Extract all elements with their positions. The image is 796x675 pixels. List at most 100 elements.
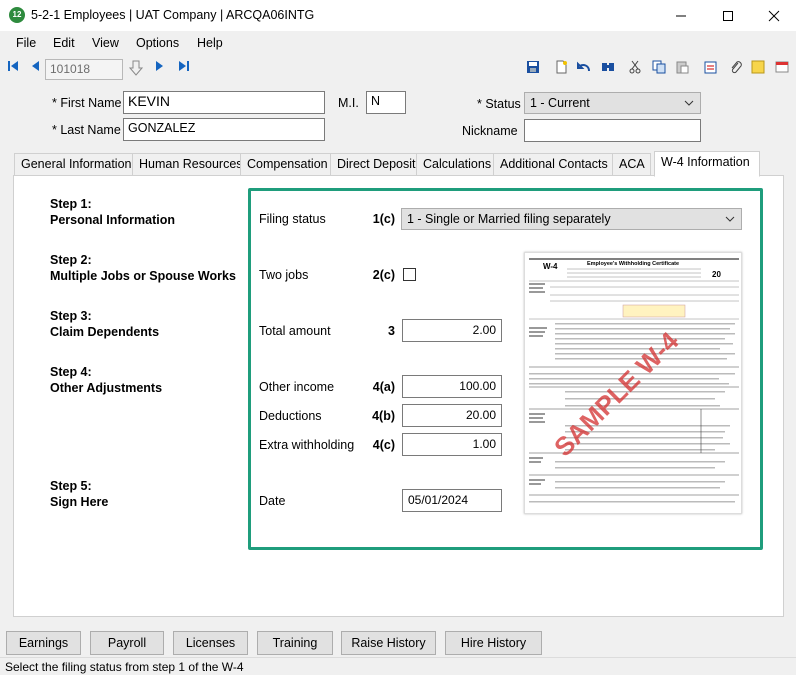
menu-view[interactable]: View bbox=[92, 36, 119, 50]
toolbar: 101018 bbox=[0, 56, 796, 82]
step3-heading: Step 3: Claim Dependents bbox=[50, 308, 159, 340]
licenses-button[interactable]: Licenses bbox=[173, 631, 248, 655]
nickname-field[interactable] bbox=[524, 119, 701, 142]
tab-calculations[interactable]: Calculations bbox=[416, 153, 494, 176]
w4-watermark: SAMPLE W-4 bbox=[548, 326, 685, 463]
last-record-icon[interactable] bbox=[176, 60, 192, 76]
previous-record-icon[interactable] bbox=[27, 60, 43, 76]
title-bar: 12 5-2-1 Employees | UAT Company | ARCQA… bbox=[0, 0, 796, 31]
minimize-button[interactable] bbox=[658, 0, 704, 31]
sticky-note-icon[interactable] bbox=[750, 60, 766, 76]
tab-human-resources[interactable]: Human Resources bbox=[132, 153, 243, 176]
copy-icon[interactable] bbox=[651, 60, 667, 76]
step2-subtitle: Multiple Jobs or Spouse Works bbox=[50, 269, 236, 283]
paste-icon[interactable] bbox=[674, 60, 690, 76]
two-jobs-checkbox[interactable] bbox=[403, 268, 416, 281]
w4-form-heading: Employee's Withholding Certificate bbox=[587, 261, 679, 267]
last-name-label: * Last Name bbox=[52, 123, 121, 137]
new-document-icon[interactable] bbox=[553, 60, 569, 76]
attachment-icon[interactable] bbox=[728, 60, 744, 76]
step3-subtitle: Claim Dependents bbox=[50, 325, 160, 339]
chevron-down-icon bbox=[725, 216, 735, 222]
date-field[interactable]: 05/01/2024 bbox=[402, 489, 502, 512]
first-name-label: * First Name bbox=[52, 96, 122, 110]
cut-icon[interactable] bbox=[627, 60, 643, 76]
earnings-button[interactable]: Earnings bbox=[6, 631, 81, 655]
step1-subtitle: Personal Information bbox=[50, 213, 176, 227]
step5-subtitle: Sign Here bbox=[50, 495, 109, 509]
export-icon[interactable] bbox=[774, 60, 790, 76]
menu-options[interactable]: Options bbox=[136, 36, 179, 50]
close-icon bbox=[768, 10, 780, 21]
mi-field[interactable]: N bbox=[366, 91, 406, 114]
maximize-button[interactable] bbox=[705, 0, 751, 31]
date-label: Date bbox=[259, 494, 286, 508]
filing-status-value: 1 - Single or Married filing separately bbox=[407, 212, 611, 226]
maximize-icon bbox=[723, 10, 733, 21]
nickname-label: Nickname bbox=[462, 124, 518, 138]
step4-title: Step 4: bbox=[50, 365, 92, 379]
training-button[interactable]: Training bbox=[257, 631, 333, 655]
two-jobs-label: Two jobs bbox=[259, 268, 309, 282]
tab-aca[interactable]: ACA bbox=[612, 153, 651, 176]
step2-heading: Step 2: Multiple Jobs or Spouse Works bbox=[50, 252, 236, 284]
status-bar: Select the filing status from step 1 of … bbox=[0, 657, 796, 675]
tab-additional-contacts[interactable]: Additional Contacts bbox=[493, 153, 613, 176]
first-record-icon[interactable] bbox=[5, 60, 21, 76]
w4-form-image: W-4 Employee's Withholding Certificate 2… bbox=[529, 258, 739, 503]
step1-heading: Step 1: Personal Information bbox=[50, 196, 175, 228]
extra-withholding-label: Extra withholding bbox=[259, 438, 355, 452]
total-amount-code: 3 bbox=[388, 324, 395, 338]
step5-title: Step 5: bbox=[50, 479, 92, 493]
menu-file[interactable]: File bbox=[16, 36, 36, 50]
notes-icon[interactable] bbox=[703, 60, 719, 76]
save-icon[interactable] bbox=[525, 60, 541, 76]
tab-direct-deposit[interactable]: Direct Deposit bbox=[330, 153, 417, 176]
undo-icon[interactable] bbox=[576, 60, 592, 76]
step1-title: Step 1: bbox=[50, 197, 92, 211]
step5-heading: Step 5: Sign Here bbox=[50, 478, 108, 510]
minimize-icon bbox=[676, 15, 686, 16]
extra-withholding-code: 4(c) bbox=[372, 438, 395, 452]
total-amount-field[interactable]: 2.00 bbox=[402, 319, 502, 342]
window-title: 5-2-1 Employees | UAT Company | ARCQA06I… bbox=[31, 8, 315, 22]
step4-subtitle: Other Adjustments bbox=[50, 381, 163, 395]
other-income-code: 4(a) bbox=[372, 380, 395, 394]
status-dropdown[interactable]: 1 - Current bbox=[524, 92, 701, 114]
deductions-code: 4(b) bbox=[372, 409, 395, 423]
two-jobs-code: 2(c) bbox=[372, 268, 395, 282]
filing-status-dropdown[interactable]: 1 - Single or Married filing separately bbox=[401, 208, 742, 230]
close-button[interactable] bbox=[751, 0, 796, 31]
arrow-down-icon[interactable] bbox=[128, 60, 144, 76]
mi-label: M.I. bbox=[338, 96, 359, 110]
chevron-down-icon bbox=[684, 100, 694, 106]
deductions-field[interactable]: 20.00 bbox=[402, 404, 502, 427]
hire-history-button[interactable]: Hire History bbox=[445, 631, 542, 655]
step3-title: Step 3: bbox=[50, 309, 92, 323]
app-icon: 12 bbox=[9, 7, 25, 23]
tab-w4-information[interactable]: W-4 Information bbox=[654, 151, 760, 177]
menu-edit[interactable]: Edit bbox=[53, 36, 75, 50]
w4-form-label: W-4 bbox=[543, 262, 558, 271]
find-icon[interactable] bbox=[600, 60, 616, 76]
other-income-field[interactable]: 100.00 bbox=[402, 375, 502, 398]
other-income-label: Other income bbox=[259, 380, 335, 394]
filing-status-label: Filing status bbox=[259, 212, 326, 226]
record-id-field[interactable]: 101018 bbox=[45, 59, 123, 80]
total-amount-label: Total amount bbox=[259, 324, 331, 338]
next-record-icon[interactable] bbox=[152, 60, 168, 76]
extra-withholding-field[interactable]: 1.00 bbox=[402, 433, 502, 456]
last-name-field[interactable]: GONZALEZ bbox=[123, 118, 325, 141]
deductions-label: Deductions bbox=[259, 409, 322, 423]
tab-compensation[interactable]: Compensation bbox=[240, 153, 331, 176]
step4-heading: Step 4: Other Adjustments bbox=[50, 364, 162, 396]
step2-title: Step 2: bbox=[50, 253, 92, 267]
status-label: * Status bbox=[477, 97, 521, 111]
menu-help[interactable]: Help bbox=[197, 36, 223, 50]
w4-form-year: 20 bbox=[712, 270, 721, 279]
tab-general-information[interactable]: General Information bbox=[14, 153, 133, 176]
status-value: 1 - Current bbox=[530, 96, 590, 110]
payroll-button[interactable]: Payroll bbox=[90, 631, 164, 655]
first-name-field[interactable]: KEVIN bbox=[123, 91, 325, 114]
raise-history-button[interactable]: Raise History bbox=[341, 631, 436, 655]
